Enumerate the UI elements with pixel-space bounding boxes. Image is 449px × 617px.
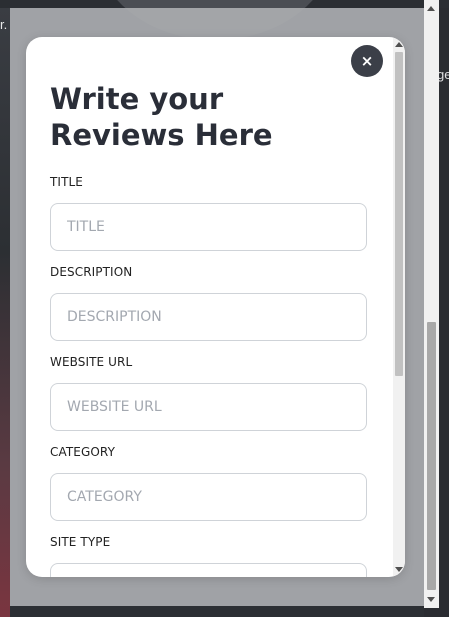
- category-input[interactable]: [50, 473, 367, 521]
- page-scrollbar-thumb[interactable]: [427, 322, 436, 590]
- modal-title: Write your Reviews Here: [50, 82, 273, 152]
- category-label: CATEGORY: [50, 445, 116, 459]
- description-label: DESCRIPTION: [50, 265, 133, 279]
- modal-scrollbar-thumb[interactable]: [395, 52, 403, 376]
- modal-scroll-up-icon[interactable]: [395, 42, 403, 47]
- close-button[interactable]: ×: [351, 45, 383, 77]
- title-label: TITLE: [50, 175, 83, 189]
- close-icon: ×: [360, 52, 374, 70]
- review-modal: × Write your Reviews Here TITLE DESCRIPT…: [26, 37, 405, 577]
- site-type-input[interactable]: [50, 563, 367, 577]
- modal-content: × Write your Reviews Here TITLE DESCRIPT…: [26, 37, 392, 577]
- background-left-text: r.: [0, 17, 8, 32]
- modal-scroll-down-icon[interactable]: [395, 567, 403, 572]
- site-type-label: SITE TYPE: [50, 535, 111, 549]
- page-scroll-up-icon[interactable]: [427, 6, 435, 11]
- background-bottom-band: [10, 606, 424, 617]
- page-scrollbar[interactable]: [424, 0, 439, 608]
- title-input[interactable]: [50, 203, 367, 251]
- modal-scrollbar[interactable]: [393, 37, 405, 577]
- page-scroll-down-icon[interactable]: [427, 597, 435, 602]
- website-url-input[interactable]: [50, 383, 367, 431]
- description-input[interactable]: [50, 293, 367, 341]
- website-url-label: WEBSITE URL: [50, 355, 133, 369]
- background-left-edge: [0, 8, 10, 617]
